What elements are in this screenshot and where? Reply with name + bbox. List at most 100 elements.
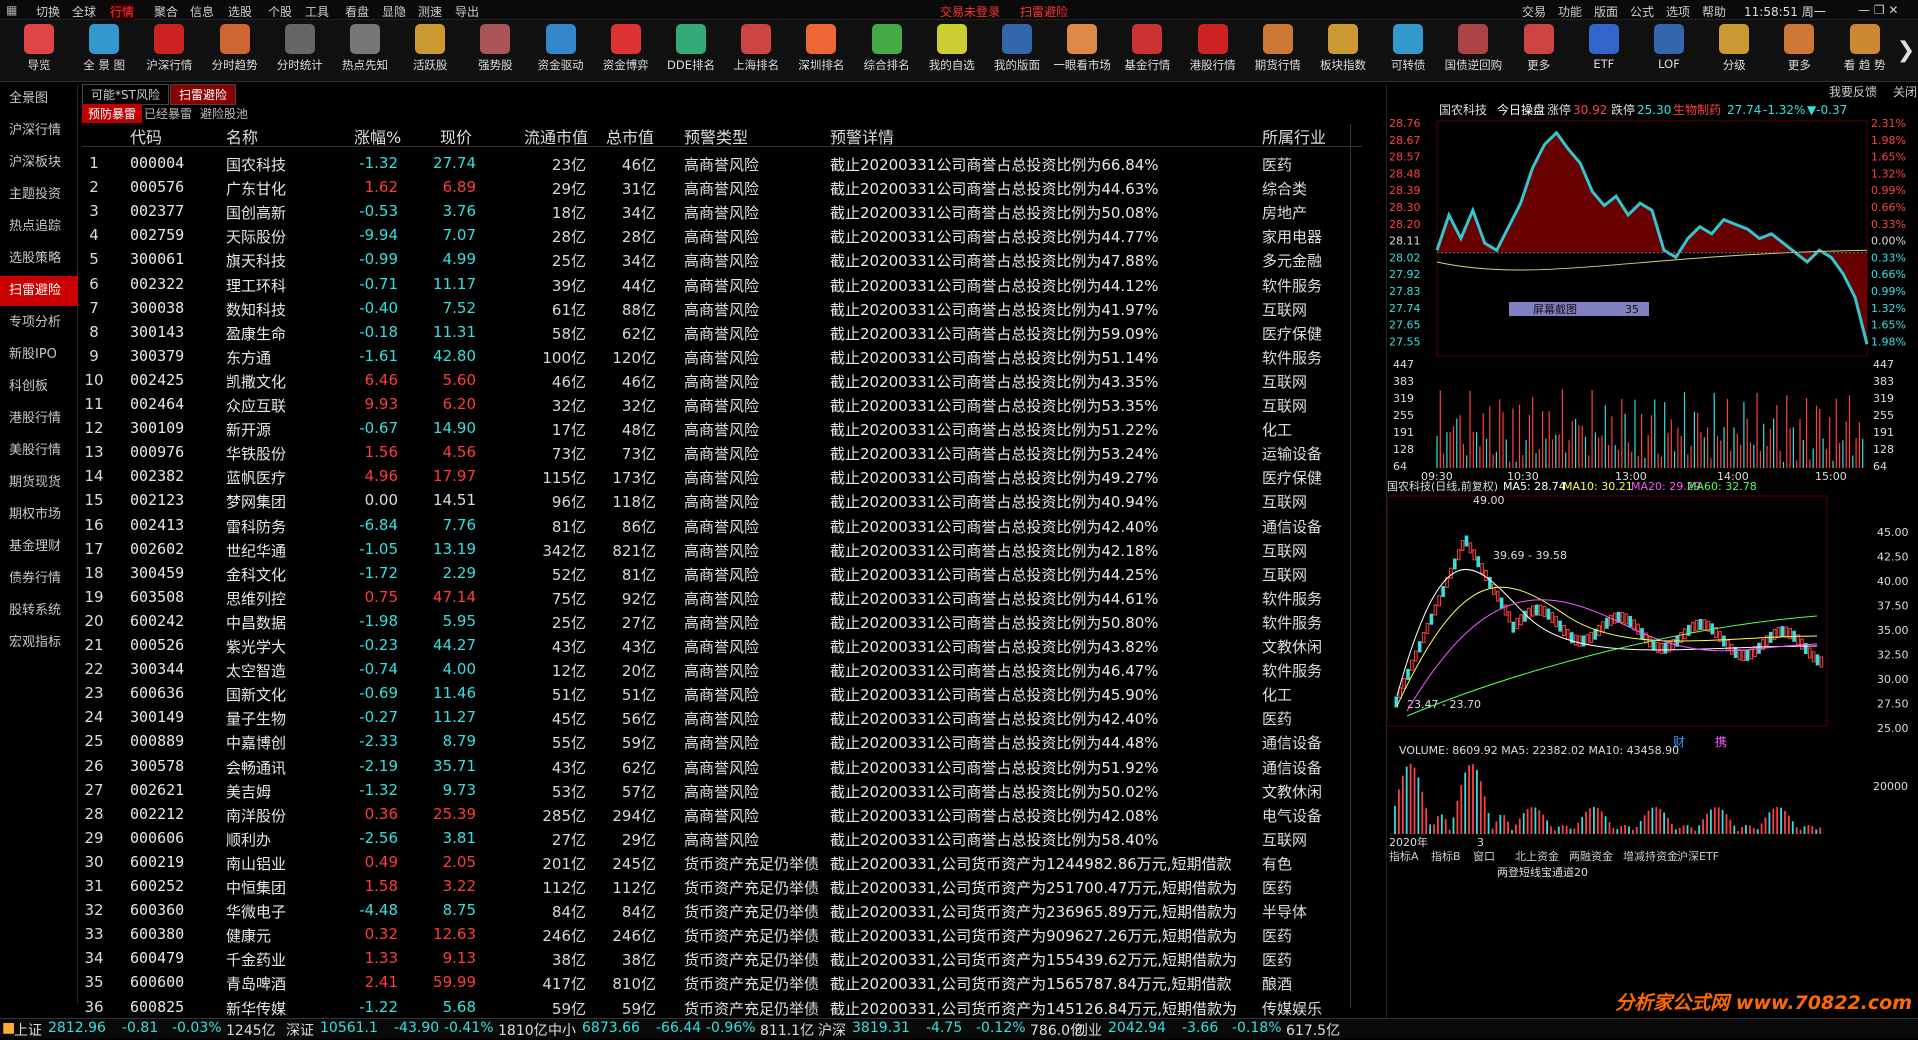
menu-right-3[interactable]: 公式 — [1630, 3, 1654, 20]
table-row[interactable]: 2 000576 广东甘化 1.62 6.89 29亿 31亿 高商誉风险 截止20200331… — [82, 176, 1362, 200]
col-header-2[interactable]: 涨幅% — [354, 124, 401, 148]
table-row[interactable]: 31 600252 中恒集团 1.58 3.22 112亿 112亿 货币资产充足仍举债 截止2… — [82, 875, 1362, 899]
toolbar-button-15[interactable]: 我的版面 — [986, 24, 1048, 80]
table-row[interactable]: 6 002322 理工环科 -0.71 11.17 39亿 44亿 高商誉风险 截止202003… — [82, 273, 1362, 297]
toolbar-button-19[interactable]: 期货行情 — [1247, 24, 1309, 80]
menu-0[interactable]: 切换 — [36, 3, 60, 20]
table-row[interactable]: 26 300578 会畅通讯 -2.19 35.71 43亿 62亿 高商誉风险 截止20200… — [82, 755, 1362, 779]
toolbar-button-6[interactable]: 活跃股 — [399, 24, 461, 80]
sidebar-item-0[interactable]: 全景图 — [0, 84, 78, 114]
sidebar-item-17[interactable]: 宏观指标 — [0, 628, 78, 658]
col-header-4[interactable]: 流通市值 — [524, 124, 588, 148]
menu-7[interactable]: 工具 — [305, 3, 329, 20]
table-row[interactable]: 34 600479 千金药业 1.33 9.13 38亿 38亿 货币资产充足仍举债 截止202… — [82, 947, 1362, 971]
table-row[interactable]: 29 000606 顺利办 -2.56 3.81 27亿 29亿 高商誉风险 截止2020033… — [82, 827, 1362, 851]
toolbar-button-14[interactable]: 我的自选 — [921, 24, 983, 80]
bottom-tab-4[interactable]: 两融资金 — [1569, 849, 1613, 863]
toolbar-button-26[interactable]: 分级 — [1703, 24, 1765, 80]
menu-alert-0[interactable]: 交易未登录 — [940, 3, 1000, 20]
col-header-8[interactable]: 所属行业 — [1262, 124, 1326, 148]
toolbar-button-17[interactable]: 基金行情 — [1116, 24, 1178, 80]
close-link[interactable]: 关闭 — [1893, 85, 1917, 99]
table-row[interactable]: 28 002212 南洋股份 0.36 25.39 285亿 294亿 高商誉风险 截止2020… — [82, 803, 1362, 827]
table-row[interactable]: 1 000004 国农科技 -1.32 27.74 23亿 46亿 高商誉风险 截止202003… — [82, 152, 1362, 176]
table-row[interactable]: 22 300344 太空智造 -0.74 4.00 12亿 20亿 高商誉风险 截止202003… — [82, 658, 1362, 682]
toolbar-button-25[interactable]: LOF — [1638, 24, 1700, 80]
sidebar-item-12[interactable]: 期货现货 — [0, 468, 78, 498]
toolbar-button-27[interactable]: 更多 — [1768, 24, 1830, 80]
table-row[interactable]: 33 600380 健康元 0.32 12.63 246亿 246亿 货币资产充足仍举债 截止2… — [82, 923, 1362, 947]
table-row[interactable]: 15 002123 梦网集团 0.00 14.51 96亿 118亿 高商誉风险 截止20200… — [82, 489, 1362, 513]
table-row[interactable]: 36 600825 新华传媒 -1.22 5.68 59亿 59亿 货币资产充足仍举债 截止20… — [82, 996, 1362, 1020]
table-row[interactable]: 12 300109 新开源 -0.67 14.90 17亿 48亿 高商誉风险 截止202003… — [82, 417, 1362, 441]
table-row[interactable]: 25 000889 中嘉博创 -2.33 8.79 55亿 59亿 高商誉风险 截止202003… — [82, 730, 1362, 754]
table-row[interactable]: 11 002464 众应互联 9.93 6.20 32亿 32亿 高商誉风险 截止2020033… — [82, 393, 1362, 417]
toolbar-button-11[interactable]: 上海排名 — [725, 24, 787, 80]
toolbar-button-18[interactable]: 港股行情 — [1182, 24, 1244, 80]
menu-9[interactable]: 显隐 — [382, 3, 406, 20]
table-row[interactable]: 9 300379 东方通 -1.61 42.80 100亿 120亿 高商誉风险 截止20200… — [82, 345, 1362, 369]
col-header-0[interactable]: 代码 — [130, 124, 162, 148]
tab-0[interactable]: 可能*ST风险 — [82, 84, 169, 105]
sidebar-item-11[interactable]: 美股行情 — [0, 436, 78, 466]
sidebar-item-14[interactable]: 基金理财 — [0, 532, 78, 562]
table-row[interactable]: 5 300061 旗天科技 -0.99 4.99 25亿 34亿 高商誉风险 截止2020033… — [82, 248, 1362, 272]
menu-right-2[interactable]: 版面 — [1594, 3, 1618, 20]
toolbar-button-23[interactable]: 更多 — [1508, 24, 1570, 80]
table-row[interactable]: 35 600600 青岛啤酒 2.41 59.99 417亿 810亿 货币资产充足仍举债 截止… — [82, 971, 1362, 995]
subtab-1[interactable]: 已经暴雷 — [138, 104, 198, 123]
toolbar-button-21[interactable]: 可转债 — [1377, 24, 1439, 80]
sidebar-item-4[interactable]: 热点追踪 — [0, 212, 78, 242]
tab-1[interactable]: 扫雷避险 — [170, 84, 237, 105]
table-row[interactable]: 4 002759 天际股份 -9.94 7.07 28亿 28亿 高商誉风险 截止2020033… — [82, 224, 1362, 248]
table-row[interactable]: 32 600360 华微电子 -4.48 8.75 84亿 84亿 货币资产充足仍举债 截止20… — [82, 899, 1362, 923]
sidebar-item-7[interactable]: 专项分析 — [0, 308, 78, 338]
toolbar-button-5[interactable]: 热点先知 — [334, 24, 396, 80]
table-row[interactable]: 20 600242 中昌数据 -1.98 5.95 25亿 27亿 高商誉风险 截止202003… — [82, 610, 1362, 634]
menu-11[interactable]: 导出 — [455, 3, 479, 20]
toolbar-button-7[interactable]: 强势股 — [464, 24, 526, 80]
bottom-tab-2[interactable]: 窗口 — [1473, 849, 1495, 863]
menu-2[interactable]: 行情 — [110, 3, 135, 20]
toolbar-button-12[interactable]: 深圳排名 — [790, 24, 852, 80]
menu-10[interactable]: 测速 — [418, 3, 442, 20]
menu-right-0[interactable]: 交易 — [1522, 3, 1546, 20]
table-scrollbar[interactable] — [1350, 124, 1360, 1008]
toolbar-button-2[interactable]: 沪深行情 — [138, 24, 200, 80]
table-row[interactable]: 13 000976 华铁股份 1.56 4.56 73亿 73亿 高商誉风险 截止2020033… — [82, 441, 1362, 465]
subtab-2[interactable]: 避险股池 — [194, 104, 254, 123]
toolbar-button-9[interactable]: 资金博弈 — [595, 24, 657, 80]
sidebar-item-9[interactable]: 科创板 — [0, 372, 78, 402]
sidebar-item-8[interactable]: 新股IPO — [0, 340, 78, 370]
menu-alert-1[interactable]: 扫雷避险 — [1020, 3, 1068, 20]
table-row[interactable]: 16 002413 雷科防务 -6.84 7.76 81亿 86亿 高商誉风险 截止202003… — [82, 514, 1362, 538]
toolbar-button-28[interactable]: 看 趋 势 — [1834, 24, 1896, 80]
toolbar-button-24[interactable]: ETF — [1573, 24, 1635, 80]
toolbar-button-8[interactable]: 资金驱动 — [530, 24, 592, 80]
sidebar-item-5[interactable]: 选股策略 — [0, 244, 78, 274]
toolbar-button-13[interactable]: 综合排名 — [856, 24, 918, 80]
toolbar-button-3[interactable]: 分时趋势 — [204, 24, 266, 80]
col-header-1[interactable]: 名称 — [226, 124, 258, 148]
menu-5[interactable]: 选股 — [228, 3, 252, 20]
sidebar-item-3[interactable]: 主题投资 — [0, 180, 78, 210]
bottom-tab-6[interactable]: 沪深ETF — [1677, 849, 1719, 863]
table-row[interactable]: 3 002377 国创高新 -0.53 3.76 18亿 34亿 高商誉风险 截止2020033… — [82, 200, 1362, 224]
table-row[interactable]: 30 600219 南山铝业 0.49 2.05 201亿 245亿 货币资产充足仍举债 截止2… — [82, 851, 1362, 875]
sidebar-item-15[interactable]: 债券行情 — [0, 564, 78, 594]
grid-icon[interactable]: ▦ — [6, 3, 17, 17]
menu-right-4[interactable]: 选项 — [1666, 3, 1690, 20]
col-header-6[interactable]: 预警类型 — [684, 124, 748, 148]
sidebar-item-6[interactable]: 扫雷避险 — [0, 276, 78, 306]
sidebar-item-2[interactable]: 沪深板块 — [0, 148, 78, 178]
toolbar-button-10[interactable]: DDE排名 — [660, 24, 722, 80]
menu-1[interactable]: 全球 — [72, 3, 96, 20]
sidebar-item-10[interactable]: 港股行情 — [0, 404, 78, 434]
table-row[interactable]: 14 002382 蓝帆医疗 4.96 17.97 115亿 173亿 高商誉风险 截止2020… — [82, 465, 1362, 489]
menu-right-1[interactable]: 功能 — [1558, 3, 1582, 20]
toolbar-button-1[interactable]: 全 景 图 — [73, 24, 135, 80]
toolbar-button-0[interactable]: 导览 — [8, 24, 70, 80]
sidebar-item-1[interactable]: 沪深行情 — [0, 116, 78, 146]
toolbar-button-16[interactable]: 一眼看市场 — [1051, 24, 1113, 80]
toolbar-button-4[interactable]: 分时统计 — [269, 24, 331, 80]
